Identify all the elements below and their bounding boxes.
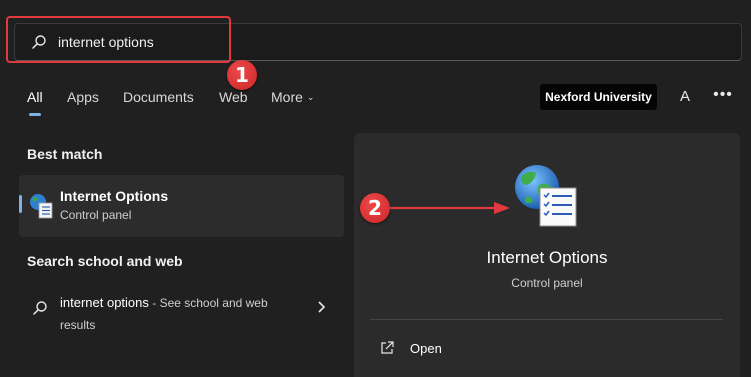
internet-options-icon xyxy=(515,165,577,227)
organization-badge[interactable]: Nexford University xyxy=(540,84,657,110)
tab-more[interactable]: More ⌄ xyxy=(271,89,314,105)
tab-documents[interactable]: Documents xyxy=(123,89,194,105)
web-result-text: internet options - See school and web re… xyxy=(60,292,285,336)
open-button[interactable]: Open xyxy=(380,339,500,359)
tab-apps[interactable]: Apps xyxy=(67,89,99,105)
best-match-result[interactable]: Internet Options Control panel xyxy=(19,175,344,237)
detail-title: Internet Options xyxy=(486,248,608,267)
tab-web[interactable]: Web xyxy=(219,89,248,105)
result-title: Internet Options xyxy=(60,188,169,204)
annotation-badge-2: 2 xyxy=(360,193,390,223)
annotation-highlight-box xyxy=(6,16,231,63)
open-label: Open xyxy=(410,341,442,356)
best-match-heading: Best match xyxy=(27,146,103,162)
tab-all[interactable]: All xyxy=(27,89,43,105)
more-options-icon[interactable]: ••• xyxy=(712,85,734,109)
web-search-result[interactable]: internet options - See school and web re… xyxy=(19,286,344,336)
avatar[interactable]: A xyxy=(672,85,698,109)
active-tab-indicator xyxy=(29,113,41,116)
search-icon xyxy=(33,301,47,315)
detail-panel: Internet Options Control panel Open xyxy=(354,133,740,377)
chevron-right-icon xyxy=(318,301,326,313)
web-result-query: internet options xyxy=(60,295,149,310)
chevron-down-icon: ⌄ xyxy=(306,92,315,102)
result-subtitle: Control panel xyxy=(60,208,132,222)
selection-indicator xyxy=(19,195,22,213)
annotation-badge-1: 1 xyxy=(227,60,257,90)
search-web-heading: Search school and web xyxy=(27,253,183,269)
tab-more-label: More xyxy=(271,89,303,105)
open-external-icon xyxy=(381,341,394,354)
divider xyxy=(370,319,723,320)
internet-options-icon xyxy=(30,194,53,219)
annotation-arrow xyxy=(390,202,510,214)
detail-subtitle: Control panel xyxy=(511,276,583,290)
